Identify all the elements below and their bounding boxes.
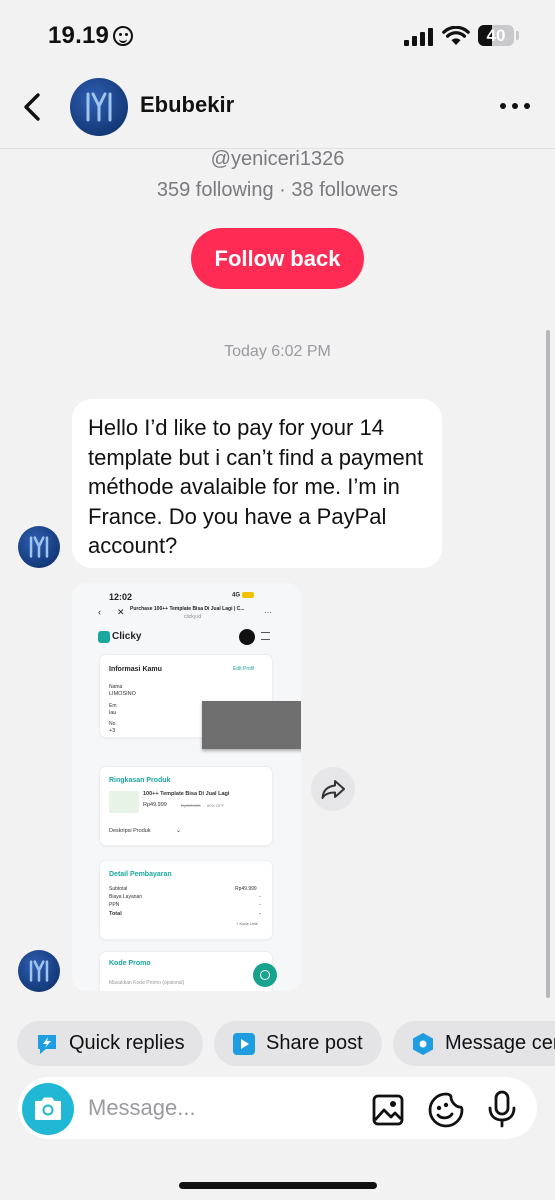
mini-brand: Clicky [112,631,142,642]
kayi-emblem-icon [86,92,112,122]
mini-tax-value: - [259,902,261,908]
microphone-icon[interactable] [487,1090,517,1128]
mini-subtotal-value: Rp49.999 [235,886,257,892]
cellular-signal-icon [404,28,434,46]
mini-phone-label: No. [109,721,117,727]
home-indicator [179,1182,377,1189]
sticker-emoji-icon[interactable] [427,1091,465,1129]
mini-network-label: 4G [232,592,241,599]
battery-cap [516,31,519,40]
mini-menu-icon [261,632,270,640]
mini-promo-card: Kode Promo Masukkan Kode Promo (opsional… [100,952,272,991]
message-text: Hello I’d like to pay for your 14 templa… [88,415,424,558]
mini-product-card: Ringkasan Produk 100++ Template Bisa Di … [100,767,272,845]
message-center-button[interactable]: Message cen [393,1021,555,1066]
mini-tax-label: PPN [109,902,120,908]
mini-product-price: Rp49.999 [143,802,167,808]
mini-subtotal-label: Subtotal [109,886,128,892]
chip-label: Message cen [445,1032,555,1054]
wifi-icon [442,26,470,45]
mini-total-value: - [259,911,261,917]
back-arrow-icon[interactable] [18,90,48,124]
mini-product-heading: Ringkasan Produk [109,777,171,784]
avatar[interactable] [70,78,128,136]
chat-contact-name[interactable]: Ebubekir [140,92,234,118]
redaction-box [202,701,301,749]
message-timestamp: Today 6:02 PM [224,343,331,360]
kayi-emblem-icon [29,960,49,982]
status-time: 19.19 [48,22,110,49]
message-bubble[interactable]: Hello I’d like to pay for your 14 templa… [72,399,442,568]
mini-url: clicky.id [184,614,202,620]
shared-screenshot-image[interactable]: 12:02 4G ‹ ✕ Purchase 100++ Template Bis… [72,583,301,991]
chip-label: Share post [266,1032,363,1054]
smiley-face-icon [113,26,133,46]
hexagon-icon [413,1032,433,1055]
mini-fee-label: Biaya Layanan [109,894,143,900]
mini-name-value: LIMOSINO [109,691,136,697]
mini-edit-profile: Edit Profil [233,666,255,672]
battery-icon: 40 [478,25,514,46]
mini-promo-placeholder: Masukkan Kode Promo (opsional) [109,980,185,986]
mini-page-title: Purchase 100++ Template Bisa Di Jual Lag… [130,606,245,612]
mini-whatsapp-icon [253,963,277,987]
mini-phone-value: +3 [109,728,116,734]
forward-share-icon[interactable] [311,767,355,811]
mini-unique-code: + Kode Unik [236,921,258,926]
mini-promo-heading: Kode Promo [109,960,151,967]
camera-icon [35,1097,61,1120]
mini-status-time: 12:02 [109,592,133,602]
profile-stats: 359 following · 38 followers [156,179,399,201]
sender-avatar[interactable] [18,526,60,568]
mini-discount: 80% OFF [207,803,225,808]
quick-replies-button[interactable]: Quick replies [17,1021,203,1066]
message-input[interactable] [88,1093,348,1123]
kayi-emblem-icon [29,536,49,558]
mini-more-icon: ··· [264,608,272,617]
mini-brand-logo-icon [98,631,110,643]
sender-avatar[interactable] [18,950,60,992]
mini-email-value: lau [109,710,117,716]
mini-user-avatar [239,629,255,645]
camera-button[interactable] [22,1083,74,1135]
mini-product-name: 100++ Template Bisa Di Jual Lagi [143,791,230,797]
mini-network: 4G [232,592,254,599]
mini-product-thumbnail [109,791,139,813]
mini-payment-card: Detail Pembayaran Subtotal Rp49.999 Biay… [100,861,272,939]
profile-handle: @yeniceri1326 [210,148,345,170]
mini-name-label: Nama [109,684,123,690]
scrollbar[interactable] [546,330,550,998]
more-options-icon[interactable] [498,96,532,116]
follow-back-button[interactable]: Follow back [191,228,364,289]
play-square-icon [233,1032,255,1055]
mini-chevron-down-icon: ⌄ [176,828,182,834]
share-post-button[interactable]: Share post [214,1021,382,1066]
mini-email-label: Em [109,703,117,709]
mini-old-price: Rp250.000 [181,803,201,808]
lightning-bubble-icon [38,1034,56,1054]
gallery-image-icon[interactable] [371,1093,405,1127]
mini-total-label: Total [109,911,122,917]
battery-level: 40 [486,26,506,45]
mini-close-icon: ✕ [117,607,125,617]
mini-payment-heading: Detail Pembayaran [109,871,172,878]
mini-back-icon: ‹ [98,607,101,617]
mini-product-desc: Deskripsi Produk [109,828,151,834]
mini-fee-value: - [259,894,261,900]
chip-label: Quick replies [69,1032,185,1054]
mini-info-heading: Informasi Kamu [109,666,162,673]
